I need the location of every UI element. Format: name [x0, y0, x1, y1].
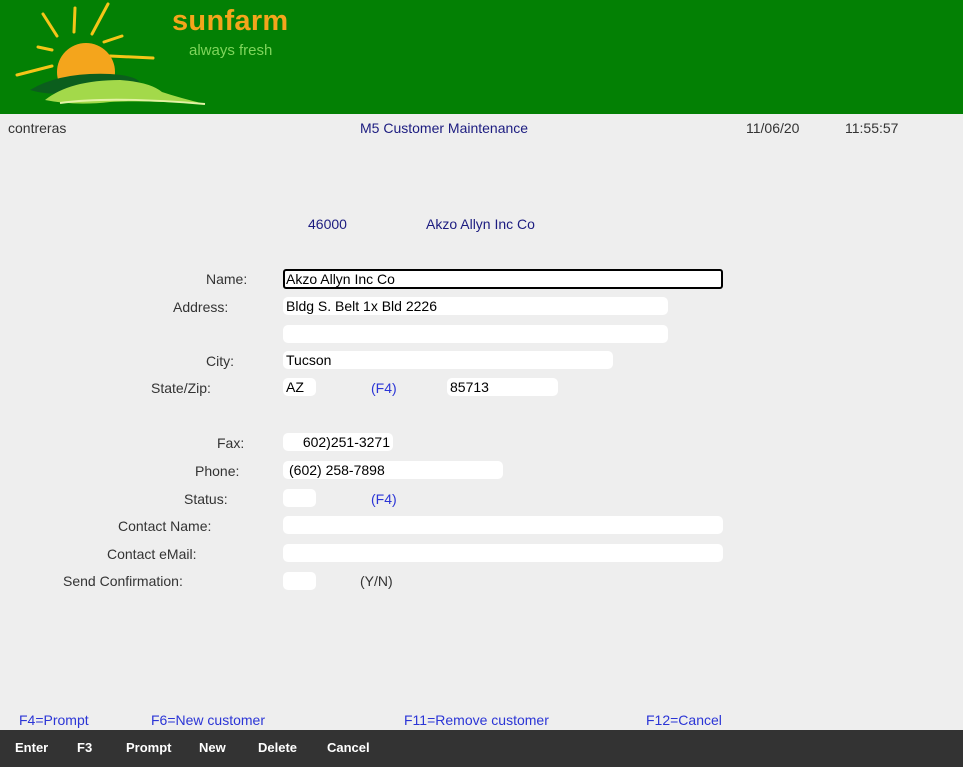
app-header: sunfarm always fresh	[0, 0, 963, 114]
name-input[interactable]	[283, 269, 723, 289]
state-input[interactable]	[283, 378, 316, 396]
f6-new-customer-key[interactable]: F6=New customer	[151, 712, 265, 728]
brand-name: sunfarm	[172, 5, 289, 37]
current-date: 11/06/20	[746, 120, 800, 136]
city-label: City:	[206, 353, 234, 369]
zip-input[interactable]	[447, 378, 558, 396]
phone-input[interactable]	[283, 461, 503, 479]
state-prompt-hint[interactable]: (F4)	[371, 380, 397, 396]
status-label: Status:	[184, 491, 228, 507]
address-line1-input[interactable]	[283, 297, 668, 315]
customer-name-heading: Akzo Allyn Inc Co	[426, 216, 535, 232]
status-prompt-hint[interactable]: (F4)	[371, 491, 397, 507]
address-label: Address:	[173, 299, 229, 315]
contact-email-label: Contact eMail:	[107, 546, 197, 562]
phone-label: Phone:	[195, 463, 240, 479]
cancel-button[interactable]: Cancel	[327, 730, 370, 767]
address-line2-input[interactable]	[283, 325, 668, 343]
enter-button[interactable]: Enter	[15, 730, 48, 767]
f4-prompt-key[interactable]: F4=Prompt	[19, 712, 89, 728]
prompt-button[interactable]: Prompt	[126, 730, 172, 767]
city-input[interactable]	[283, 351, 613, 369]
new-button[interactable]: New	[199, 730, 226, 767]
delete-button[interactable]: Delete	[258, 730, 297, 767]
state-zip-label: State/Zip:	[151, 380, 211, 396]
name-label: Name:	[206, 271, 248, 287]
contact-name-input[interactable]	[283, 516, 723, 534]
contact-email-input[interactable]	[283, 544, 723, 562]
contact-name-label: Contact Name:	[118, 518, 212, 534]
customer-number: 46000	[308, 216, 347, 232]
screen-title: M5 Customer Maintenance	[360, 120, 529, 136]
bottom-button-bar: Enter F3 Prompt New Delete Cancel	[0, 730, 963, 767]
fax-label: Fax:	[217, 435, 245, 451]
send-confirmation-input[interactable]	[283, 572, 316, 590]
send-confirmation-hint: (Y/N)	[360, 573, 393, 589]
f3-button[interactable]: F3	[77, 730, 92, 767]
fax-input[interactable]	[283, 433, 393, 451]
current-time: 11:55:57	[845, 120, 899, 136]
f12-cancel-key[interactable]: F12=Cancel	[646, 712, 722, 728]
status-input[interactable]	[283, 489, 316, 507]
user-name: contreras	[8, 120, 67, 136]
f11-remove-customer-key[interactable]: F11=Remove customer	[404, 712, 549, 728]
brand-tagline: always fresh	[189, 42, 273, 59]
send-confirmation-label: Send Confirmation:	[63, 573, 183, 589]
